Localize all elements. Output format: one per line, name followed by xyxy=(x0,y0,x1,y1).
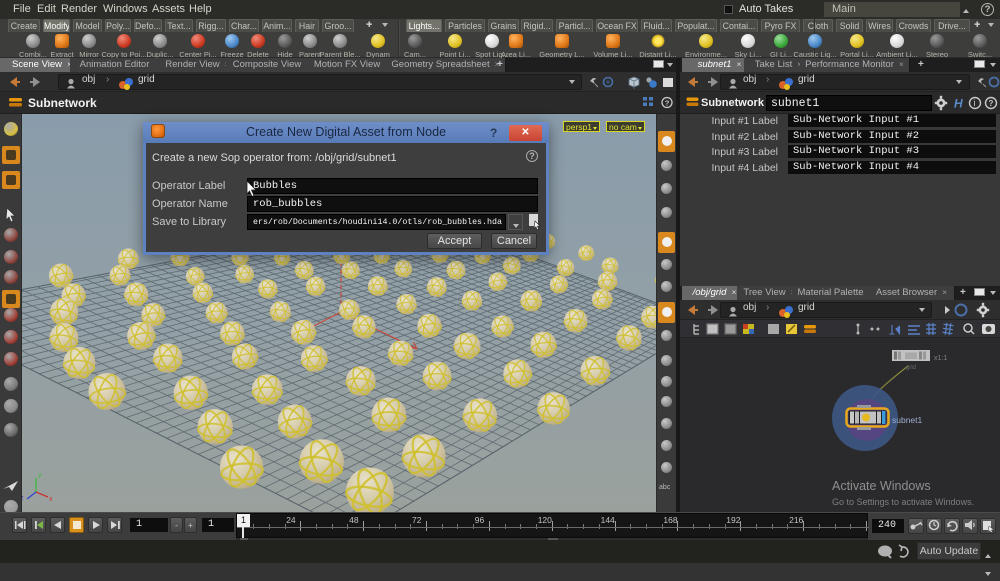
svg-text:?: ? xyxy=(665,99,670,108)
svg-text:y: y xyxy=(38,472,42,479)
svg-text:i: i xyxy=(974,98,976,108)
svg-text:x1:1: x1:1 xyxy=(934,355,947,362)
svg-text:H: H xyxy=(954,97,963,111)
svg-text:grid: grid xyxy=(906,365,916,371)
svg-text:?: ? xyxy=(989,99,994,108)
svg-text:subnet1: subnet1 xyxy=(892,415,923,425)
svg-text:Go to Settings to activate Win: Go to Settings to activate Windows. xyxy=(832,497,974,507)
svg-text:Activate Windows: Activate Windows xyxy=(832,479,931,493)
svg-text:x: x xyxy=(49,496,53,503)
svg-text:z: z xyxy=(22,495,24,502)
